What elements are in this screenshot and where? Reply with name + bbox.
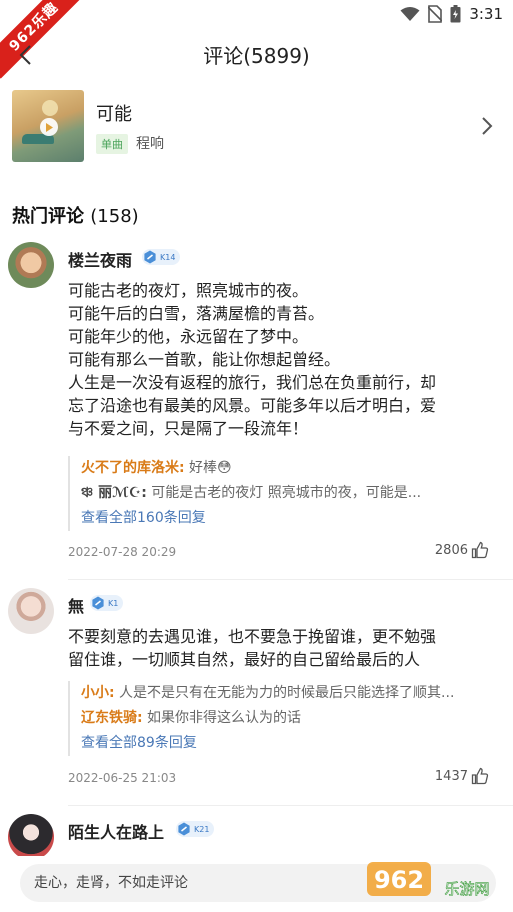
song-row[interactable]: 可能 单曲 程响 <box>0 88 513 166</box>
avatar[interactable] <box>8 814 54 860</box>
reply-user-name[interactable]: 小小: <box>81 685 115 701</box>
comment-item: 陌生人在路上 K21 <box>0 812 513 860</box>
view-all-replies-link[interactable]: 查看全部160条回复 <box>81 506 513 531</box>
like-button[interactable]: 2806 <box>435 541 489 559</box>
song-type-tag: 单曲 <box>96 134 128 154</box>
chevron-right-icon[interactable] <box>481 116 493 136</box>
reply-text: 人是不是只有在无能为力的时候最后只能选择了顺其... <box>114 685 455 701</box>
comment-user-name[interactable]: 無 <box>68 593 84 617</box>
comment-line: 忘了沿途也有最美的风景。可能多年以后才明白，爱 <box>68 396 437 415</box>
comment-user-name[interactable]: 陌生人在路上 <box>68 819 164 843</box>
like-count: 1437 <box>434 768 468 784</box>
comment-line: 可能年少的他，永远留在了梦中。 <box>68 327 309 346</box>
reply-item[interactable]: 小小: 人是不是只有在无能为力的时候最后只能选择了顺其... <box>81 681 513 706</box>
level-badge: K1 <box>90 595 124 611</box>
thumbs-up-icon <box>471 767 489 785</box>
thumbs-up-icon <box>471 541 489 559</box>
header: 评论(5899) <box>0 30 513 80</box>
status-time: 3:31 <box>469 5 503 23</box>
comment-line: 可能午后的白雪，落满屋檐的青苔。 <box>68 304 325 323</box>
level-hex-icon <box>144 250 156 264</box>
hot-comments-title: 热门评论 (158) <box>12 202 139 228</box>
avatar[interactable] <box>8 242 54 288</box>
divider <box>68 579 513 580</box>
like-button[interactable]: 1437 <box>435 767 489 785</box>
comment-user-name[interactable]: 楼兰夜雨 <box>68 247 132 271</box>
page-title: 评论(5899) <box>203 44 310 68</box>
reply-user-name[interactable]: ঞ্চ 丽ℳ☪: <box>81 485 147 501</box>
watermark-logo: 962 乐游网 <box>363 856 503 904</box>
divider <box>68 805 513 806</box>
comment-line: 留住谁，一切顺其自然，最好的自己留给最后的人 <box>68 650 421 669</box>
play-button[interactable] <box>40 118 58 136</box>
wifi-icon <box>400 7 420 21</box>
status-icons: 3:31 <box>400 5 503 23</box>
comment-text: 可能古老的夜灯，照亮城市的夜。 可能午后的白雪，落满屋檐的青苔。 可能年少的他，… <box>68 279 498 440</box>
reply-item[interactable]: ঞ্চ 丽ℳ☪: 可能是古老的夜灯 照亮城市的夜，可能是... <box>81 481 513 506</box>
level-hex-icon <box>178 822 190 836</box>
comment-text: 不要刻意的去遇见谁，也不要急于挽留谁，更不勉强 留住谁，一切顺其自然，最好的自己… <box>68 625 498 671</box>
status-bar: 3:31 <box>0 0 513 30</box>
album-cover[interactable] <box>12 90 84 162</box>
reply-item[interactable]: 辽东铁骑: 如果你非得这么认为的话 <box>81 706 513 731</box>
play-icon <box>46 122 53 132</box>
avatar[interactable] <box>8 588 54 634</box>
view-all-replies-link[interactable]: 查看全部89条回复 <box>81 731 513 756</box>
comment-date: 2022-06-25 21:03 <box>68 771 177 785</box>
comment-item: 無 K1 不要刻意的去遇见谁，也不要急于挽留谁，更不勉强 留住谁，一切顺其自然，… <box>0 586 513 806</box>
hot-comments-count: (158) <box>90 206 139 227</box>
reply-text: 可能是古老的夜灯 照亮城市的夜，可能是... <box>146 485 422 501</box>
level-text: K21 <box>194 824 210 834</box>
reply-user-name[interactable]: 火不了的库洛米: <box>81 460 185 476</box>
like-count: 2806 <box>434 542 468 558</box>
battery-icon <box>450 5 461 23</box>
comment-line: 与不爱之间，只是隔了一段流年！ <box>68 419 309 438</box>
hot-comments-label: 热门评论 <box>12 206 84 227</box>
comment-line: 人生是一次没有返程的旅行，我们总在负重前行，却 <box>68 373 437 392</box>
watermark-sub: 乐游网 <box>444 880 489 898</box>
comment-line: 可能古老的夜灯，照亮城市的夜。 <box>68 281 309 300</box>
watermark-icon: 962 乐游网 <box>367 862 490 898</box>
level-badge: K14 <box>142 249 181 265</box>
comment-line: 可能有那么一首歌，能让你想起曾经。 <box>68 350 341 369</box>
comment-input-bar: 走心，走肾，不如走评论 962 乐游网 <box>0 856 513 912</box>
level-hex-icon <box>92 596 104 610</box>
comment-line: 不要刻意的去遇见谁，也不要急于挽留谁，更不勉强 <box>68 627 437 646</box>
reply-text: 好棒😳 <box>184 460 232 476</box>
comment-date: 2022-07-28 20:29 <box>68 545 177 559</box>
reply-user-name[interactable]: 辽东铁骑: <box>81 710 143 726</box>
reply-preview: 火不了的库洛米: 好棒😳 ঞ্চ 丽ℳ☪: 可能是古老的夜灯 照亮城市的夜，可能… <box>68 456 513 531</box>
reply-preview: 小小: 人是不是只有在无能为力的时候最后只能选择了顺其... 辽东铁骑: 如果你… <box>68 681 513 756</box>
level-text: K1 <box>108 598 119 608</box>
watermark-text: 962 <box>374 866 424 894</box>
reply-text: 如果你非得这么认为的话 <box>142 710 302 726</box>
cover-sun-shape <box>42 100 58 116</box>
comment-item: 楼兰夜雨 K14 可能古老的夜灯，照亮城市的夜。 可能午后的白雪，落满屋檐的青苔… <box>0 240 513 580</box>
song-title: 可能 <box>96 104 132 125</box>
no-sim-icon <box>428 5 443 23</box>
level-text: K14 <box>160 252 176 262</box>
level-badge: K21 <box>176 821 215 837</box>
reply-item[interactable]: 火不了的库洛米: 好棒😳 <box>81 456 513 481</box>
song-artist: 程响 <box>136 136 164 152</box>
